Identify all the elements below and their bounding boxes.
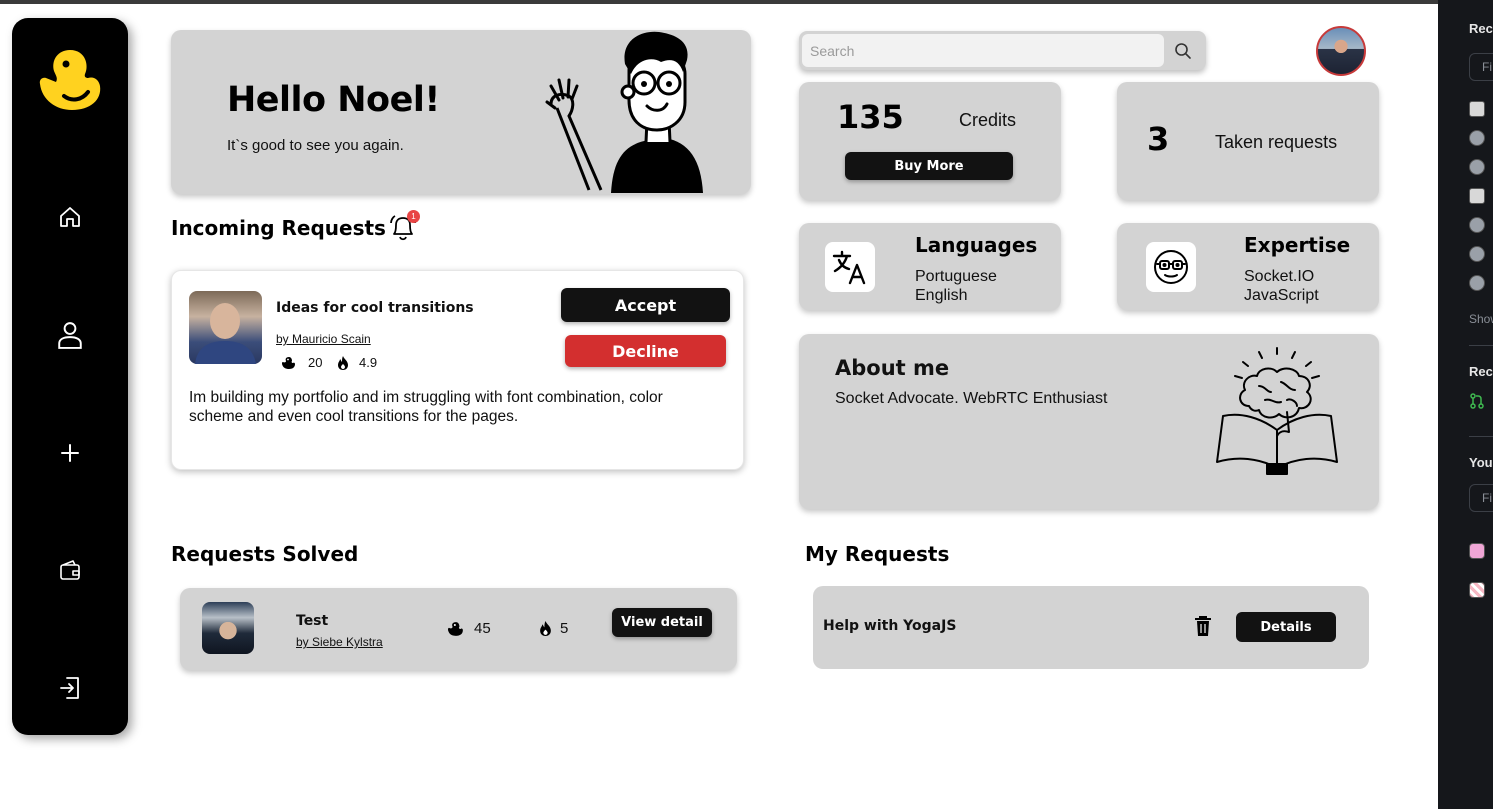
- expertise-item: Socket.IO: [1244, 268, 1315, 285]
- panel-filter-input[interactable]: Fi: [1469, 53, 1493, 81]
- requester-avatar: [189, 291, 262, 364]
- request-duck-count: 20: [282, 355, 322, 370]
- buy-more-button[interactable]: Buy More: [845, 152, 1013, 180]
- language-item: English: [915, 287, 968, 304]
- duck-icon: [448, 621, 463, 636]
- requests-solved-heading: Requests Solved: [171, 542, 359, 566]
- languages-title: Languages: [915, 233, 1038, 257]
- solved-duck-count: 45: [448, 620, 491, 637]
- panel-divider: [1469, 345, 1493, 346]
- search-icon: [1175, 43, 1191, 59]
- welcome-card: Hello Noel! It`s good to see you again.: [171, 30, 751, 194]
- about-me-card: About me Socket Advocate. WebRTC Enthusi…: [799, 334, 1379, 509]
- details-button[interactable]: Details: [1236, 612, 1336, 642]
- request-rating: 4.9: [337, 355, 377, 370]
- solver-avatar: [202, 602, 254, 654]
- duck-count-value: 20: [308, 355, 323, 370]
- incoming-requests-heading: Incoming Requests: [171, 216, 386, 240]
- taken-requests-card: 3 Taken requests: [1117, 82, 1379, 200]
- language-item: Portuguese: [915, 268, 997, 285]
- flame-icon: [540, 621, 551, 636]
- repo-avatar[interactable]: [1469, 246, 1485, 262]
- panel-divider: [1469, 436, 1493, 437]
- rating-value: 4.9: [359, 355, 378, 370]
- panel-filter-input[interactable]: Fi: [1469, 484, 1493, 512]
- solved-rating: 5: [539, 620, 568, 637]
- nav-profile[interactable]: [56, 321, 84, 349]
- credits-label: Credits: [959, 110, 1017, 130]
- view-detail-button[interactable]: View detail: [612, 608, 712, 637]
- team-avatar[interactable]: [1469, 582, 1485, 598]
- welcome-subtitle: It`s good to see you again.: [227, 137, 404, 154]
- nerd-face-icon-tile: [1146, 242, 1196, 292]
- welcome-title: Hello Noel!: [227, 80, 440, 120]
- sidebar: [12, 18, 128, 735]
- search-bar: [799, 31, 1206, 70]
- request-author-link[interactable]: by Mauricio Scain: [276, 332, 371, 346]
- solved-request-author-link[interactable]: by Siebe Kylstra: [296, 635, 383, 649]
- home-icon: [60, 207, 80, 227]
- duck-count-value: 45: [474, 620, 491, 637]
- notification-badge: 1: [407, 210, 420, 223]
- repo-avatar[interactable]: [1469, 130, 1485, 146]
- my-request-title: Help with YogaJS: [823, 618, 957, 634]
- solved-request-item: Test by Siebe Kylstra 45 5 View detail: [180, 588, 737, 670]
- pull-request-icon[interactable]: [1469, 393, 1485, 409]
- taken-requests-value: 3: [1147, 120, 1170, 158]
- credits-card: 135 Credits Buy More: [799, 82, 1061, 200]
- brain-book-illustration: [1216, 347, 1338, 475]
- notifications-button[interactable]: 1: [388, 210, 420, 242]
- panel-section-title: You: [1469, 455, 1493, 470]
- search-button[interactable]: [1171, 39, 1195, 63]
- nav-home[interactable]: [56, 203, 84, 231]
- nerd-face-icon: [1154, 250, 1188, 284]
- window-top-bar: [0, 0, 1438, 4]
- accept-button[interactable]: Accept: [561, 288, 730, 322]
- logout-icon: [60, 677, 79, 699]
- expertise-item: JavaScript: [1244, 287, 1319, 304]
- duck-logo-icon[interactable]: [36, 44, 106, 114]
- request-description: Im building my portfolio and im struggli…: [189, 389, 663, 425]
- repo-avatar[interactable]: [1469, 159, 1485, 175]
- decline-button[interactable]: Decline: [565, 335, 726, 367]
- user-icon: [58, 322, 82, 349]
- translate-icon-tile: [825, 242, 875, 292]
- languages-card: Languages Portuguese English: [799, 223, 1061, 310]
- rating-value: 5: [560, 620, 569, 637]
- my-requests-heading: My Requests: [805, 542, 950, 566]
- team-avatar[interactable]: [1469, 543, 1485, 559]
- request-title: Ideas for cool transitions: [276, 300, 474, 316]
- wallet-icon: [60, 560, 80, 580]
- trash-icon[interactable]: [1193, 615, 1213, 637]
- flame-icon: [338, 355, 348, 370]
- repo-avatar[interactable]: [1469, 101, 1485, 117]
- plus-icon: [61, 444, 79, 462]
- duck-icon: [282, 356, 295, 369]
- expertise-title: Expertise: [1244, 233, 1351, 257]
- taken-requests-label: Taken requests: [1215, 132, 1338, 152]
- nav-logout[interactable]: [56, 674, 84, 702]
- solved-request-title: Test: [296, 613, 329, 629]
- incoming-request-card: Ideas for cool transitions by Mauricio S…: [171, 270, 744, 470]
- about-text: Socket Advocate. WebRTC Enthusiast: [835, 390, 1108, 407]
- translate-icon: [832, 250, 866, 285]
- user-avatar[interactable]: [1316, 26, 1366, 76]
- expertise-card: Expertise Socket.IO JavaScript: [1117, 223, 1379, 310]
- repo-avatar[interactable]: [1469, 217, 1485, 233]
- panel-section-title: Rec: [1469, 364, 1493, 379]
- search-input[interactable]: [802, 34, 1164, 67]
- credits-value: 135: [837, 98, 904, 136]
- nav-wallet[interactable]: [56, 556, 84, 584]
- repo-avatar[interactable]: [1469, 275, 1485, 291]
- nav-add[interactable]: [56, 439, 84, 467]
- about-title: About me: [835, 356, 950, 380]
- repo-avatar[interactable]: [1469, 188, 1485, 204]
- my-request-item: Help with YogaJS Details: [813, 586, 1369, 669]
- panel-section-title: Rec: [1469, 21, 1493, 36]
- requester-photo-icon: [195, 303, 256, 364]
- show-more-link[interactable]: Show: [1469, 312, 1493, 326]
- waving-person-illustration: [545, 31, 703, 193]
- right-side-panel: Rec Fi Show Rec You Fi: [1438, 0, 1493, 809]
